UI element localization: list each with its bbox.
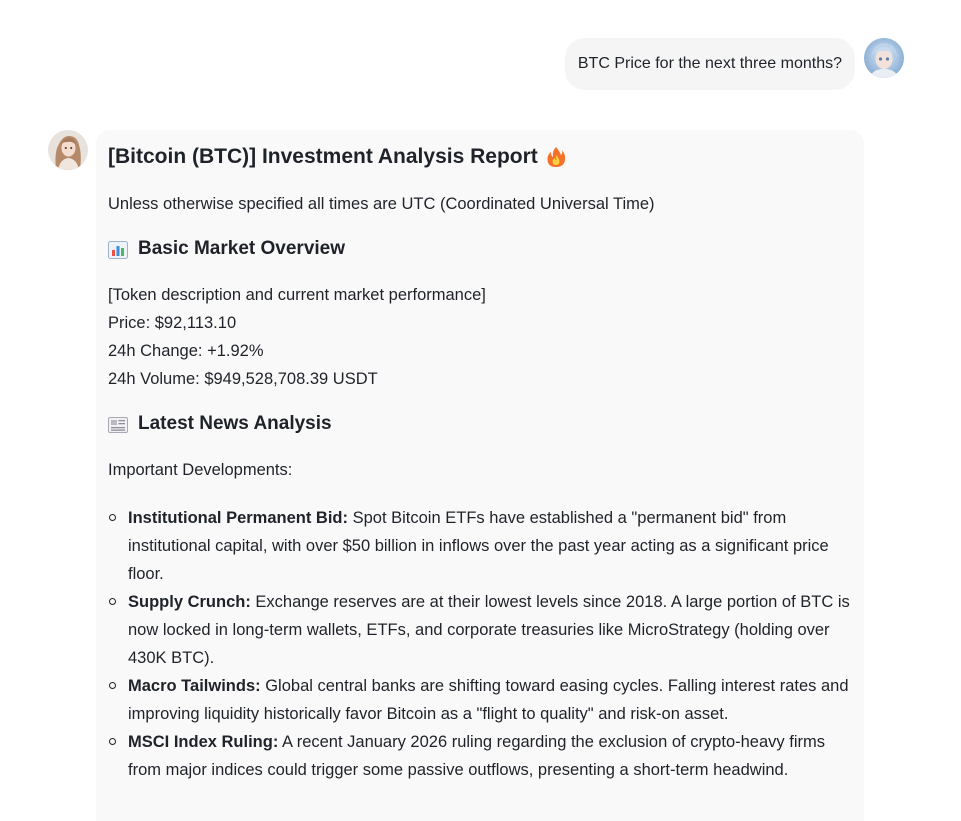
news-list: Institutional Permanent Bid: Spot Bitcoi… bbox=[108, 504, 852, 784]
news-intro: Important Developments: bbox=[108, 461, 293, 479]
price-value: Price: $92,113.10 bbox=[108, 314, 237, 332]
news-item-label: MSCI Index Ruling: bbox=[128, 733, 279, 751]
volume-24h-value: 24h Volume: $949,528,708.39 USDT bbox=[108, 370, 378, 388]
chat-page: BTC Price for the next three months? [Bi… bbox=[0, 0, 961, 821]
assistant-message-card: [Bitcoin (BTC)] Investment Analysis Repo… bbox=[96, 130, 864, 821]
bar-chart-icon bbox=[108, 240, 128, 259]
list-item: Institutional Permanent Bid: Spot Bitcoi… bbox=[108, 504, 852, 588]
fire-icon bbox=[546, 146, 566, 168]
report-title-text: [Bitcoin (BTC)] Investment Analysis Repo… bbox=[108, 145, 538, 168]
market-overview-heading-text: Basic Market Overview bbox=[138, 238, 346, 259]
news-item-label: Macro Tailwinds: bbox=[128, 677, 261, 695]
report-subtitle: Unless otherwise specified all times are… bbox=[108, 195, 655, 213]
news-item-label: Institutional Permanent Bid: bbox=[128, 509, 349, 527]
token-description: [Token description and current market pe… bbox=[108, 286, 486, 304]
list-item: MSCI Index Ruling: A recent January 2026… bbox=[108, 728, 852, 784]
news-heading-text: Latest News Analysis bbox=[138, 413, 332, 434]
user-message-bubble: BTC Price for the next three months? bbox=[564, 38, 855, 90]
list-item: Supply Crunch: Exchange reserves are at … bbox=[108, 588, 852, 672]
market-stats: [Token description and current market pe… bbox=[108, 281, 852, 393]
user-message-row: BTC Price for the next three months? bbox=[564, 38, 904, 90]
market-overview-heading: Basic Market Overview bbox=[108, 235, 852, 263]
news-heading: Latest News Analysis bbox=[108, 410, 852, 438]
assistant-avatar[interactable] bbox=[48, 130, 88, 170]
user-avatar[interactable] bbox=[864, 38, 904, 78]
report-title: [Bitcoin (BTC)] Investment Analysis Repo… bbox=[108, 143, 852, 171]
list-item: Macro Tailwinds: Global central banks ar… bbox=[108, 672, 852, 728]
news-item-label: Supply Crunch: bbox=[128, 593, 251, 611]
newspaper-icon bbox=[108, 415, 128, 433]
change-24h-value: 24h Change: +1.92% bbox=[108, 342, 264, 360]
